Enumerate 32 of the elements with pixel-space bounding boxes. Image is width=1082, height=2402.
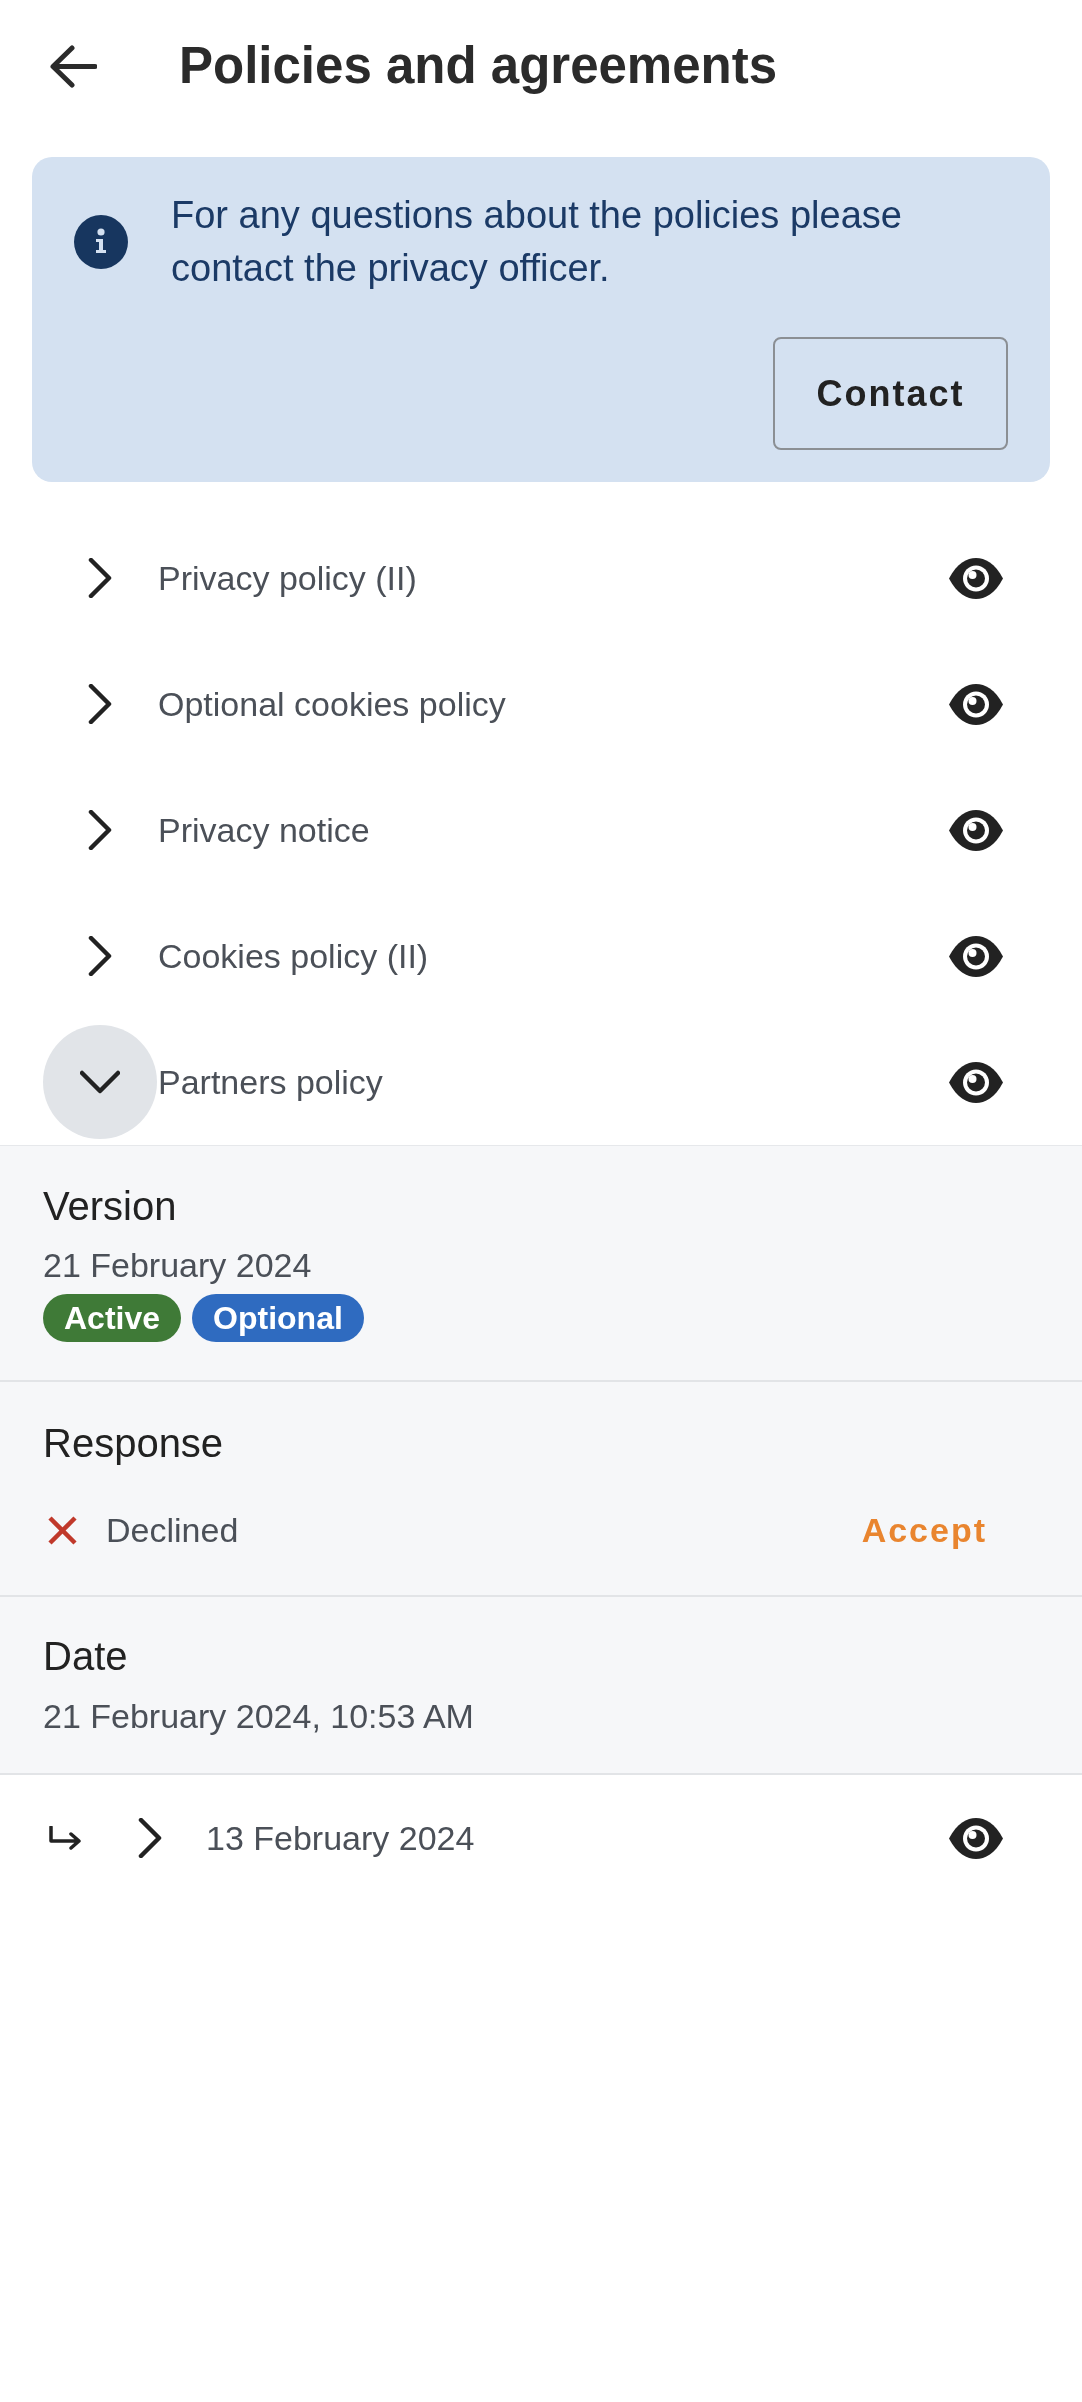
version-title[interactable]: 13 February 2024 (206, 1812, 948, 1864)
response-date: 21 February 2024, 10:53 AM (43, 1696, 474, 1737)
eye-icon[interactable] (948, 1816, 1004, 1860)
chevron-down-icon (80, 1069, 120, 1095)
eye-icon[interactable] (948, 808, 1004, 852)
chevron-right-icon[interactable] (87, 558, 113, 598)
version-label: Version (43, 1183, 177, 1230)
eye-icon[interactable] (948, 934, 1004, 978)
back-arrow-icon[interactable] (50, 44, 97, 88)
policy-title[interactable]: Privacy notice (158, 804, 948, 856)
chevron-right-icon[interactable] (137, 1818, 163, 1858)
policy-title[interactable]: Optional cookies policy (158, 678, 948, 730)
response-status: Declined (106, 1509, 240, 1551)
policy-title[interactable]: Partners policy (158, 1056, 948, 1108)
date-label: Date (43, 1633, 128, 1680)
response-label: Response (43, 1420, 224, 1467)
version-date: 21 February 2024 (43, 1245, 312, 1286)
policy-title[interactable]: Cookies policy (II) (158, 930, 948, 982)
info-icon (74, 215, 128, 269)
status-tag: Active (43, 1294, 182, 1342)
status-tag: Optional (192, 1294, 364, 1342)
page-title: Policies and agreements (179, 35, 778, 96)
notice-text: For any questions about the policies please contact the privacy officer. (171, 193, 903, 291)
contact-button[interactable]: Contact (773, 337, 1008, 450)
chevron-right-icon[interactable] (87, 936, 113, 976)
eye-icon[interactable] (948, 556, 1004, 600)
chevron-right-icon[interactable] (87, 810, 113, 850)
policy-title[interactable]: Privacy policy (II) (158, 552, 948, 604)
eye-icon[interactable] (948, 682, 1004, 726)
eye-icon[interactable] (948, 1060, 1004, 1104)
chevron-right-icon[interactable] (87, 684, 113, 724)
return-arrow-icon (48, 1825, 83, 1851)
